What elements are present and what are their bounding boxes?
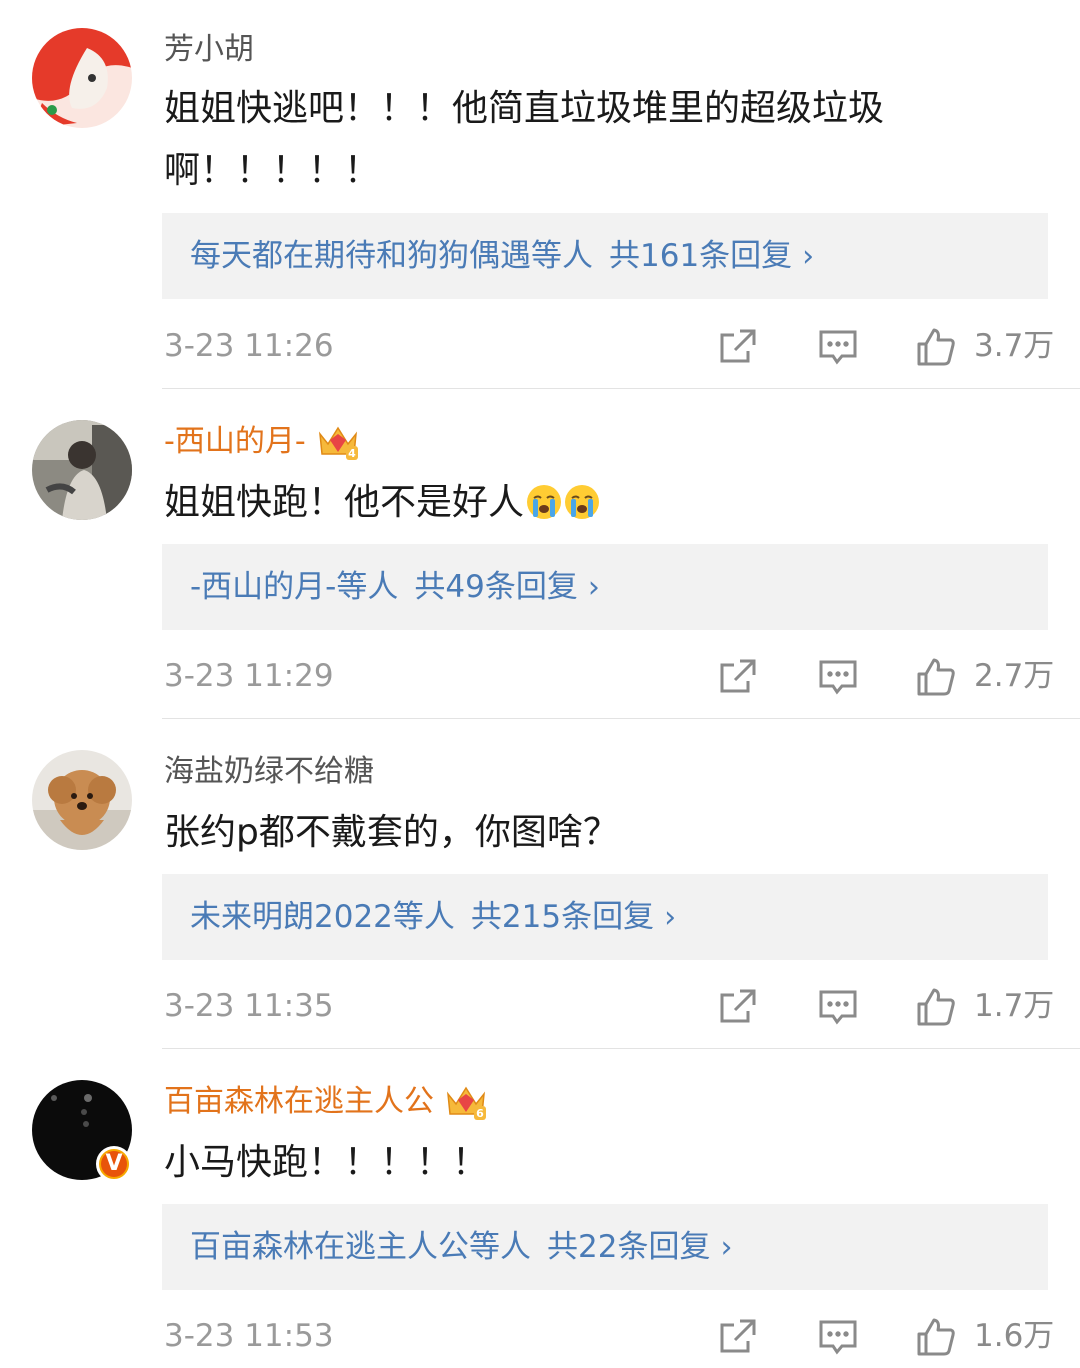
comment-text-line: 姐姐快逃吧！！！他简直垃圾堆里的超级垃圾 xyxy=(164,88,885,129)
comment-icon[interactable] xyxy=(818,1317,858,1357)
chevron-right-icon: › xyxy=(664,900,677,935)
replies-link[interactable]: 未来明朗2022等人 共215条回复 › xyxy=(162,874,1048,960)
reply-count: 共215条回复 xyxy=(470,899,655,935)
comment-text-line: 啊！！！！！ xyxy=(164,150,381,191)
comment-text-line: 姐姐快跑！他不是好人 xyxy=(164,482,525,523)
comment-text: 姐姐快逃吧！！！他简直垃圾堆里的超级垃圾 啊！！！！！ xyxy=(164,78,924,202)
comment-footer: 3-23 11:26 3.7万 xyxy=(164,321,1054,371)
username-text[interactable]: 海盐奶绿不给糖 xyxy=(164,750,374,794)
share-icon[interactable] xyxy=(718,1317,758,1357)
comment-icon[interactable] xyxy=(818,327,858,367)
reply-count: 共161条回复 xyxy=(609,238,793,274)
like-count: 1.6万 xyxy=(974,1318,1055,1354)
like-count: 1.7万 xyxy=(974,988,1055,1024)
comment-icon[interactable] xyxy=(818,657,858,697)
thumbs-up-icon[interactable] xyxy=(916,657,956,697)
loudly-crying-emoji xyxy=(564,478,600,519)
chevron-right-icon: › xyxy=(720,1230,733,1265)
avatar[interactable] xyxy=(32,28,132,128)
replies-link[interactable]: -西山的月-等人 共49条回复 › xyxy=(162,544,1048,630)
thumbs-up-icon[interactable] xyxy=(916,1317,956,1357)
comment-footer: 3-23 11:53 1.6万 xyxy=(164,1311,1054,1361)
comment-icon[interactable] xyxy=(818,987,858,1027)
thumbs-up-icon[interactable] xyxy=(916,327,956,367)
crown-level: 6 xyxy=(476,1107,484,1120)
loudly-crying-emoji xyxy=(526,478,562,519)
username[interactable]: 百亩森林在逃主人公 6 xyxy=(164,1080,488,1124)
comment-footer: 3-23 11:29 2.7万 xyxy=(164,651,1054,701)
avatar[interactable] xyxy=(32,420,132,520)
replies-link[interactable]: 每天都在期待和狗狗偶遇等人 共161条回复 › xyxy=(162,213,1048,299)
username[interactable]: 芳小胡 xyxy=(164,28,254,72)
username-text[interactable]: 百亩森林在逃主人公 xyxy=(164,1080,434,1124)
reply-count: 共49条回复 xyxy=(414,569,578,605)
timestamp: 3-23 11:29 xyxy=(164,658,334,694)
reply-users: -西山的月-等人 xyxy=(190,569,399,605)
reply-users: 每天都在期待和狗狗偶遇等人 xyxy=(190,238,593,274)
share-icon[interactable] xyxy=(718,327,758,367)
like-count: 3.7万 xyxy=(974,328,1055,364)
reply-users: 百亩森林在逃主人公等人 xyxy=(190,1229,531,1265)
username-text[interactable]: -西山的月- xyxy=(164,420,306,464)
divider xyxy=(162,718,1080,719)
share-icon[interactable] xyxy=(718,987,758,1027)
comment-footer: 3-23 11:35 1.7万 xyxy=(164,981,1054,1031)
chevron-right-icon: › xyxy=(802,239,815,274)
username[interactable]: 海盐奶绿不给糖 xyxy=(164,750,374,794)
username[interactable]: -西山的月- 4 xyxy=(164,420,360,464)
comment-text: 张约p都不戴套的，你图啥？ xyxy=(164,802,924,864)
avatar[interactable] xyxy=(32,750,132,850)
timestamp: 3-23 11:35 xyxy=(164,988,334,1024)
comment-text-line: 小马快跑！！！！！ xyxy=(164,1142,489,1183)
divider xyxy=(162,1048,1080,1049)
verified-v-icon: V xyxy=(101,1151,127,1177)
share-icon[interactable] xyxy=(718,657,758,697)
verified-badge: V xyxy=(96,1146,132,1182)
comment-text-line: 张约p都不戴套的，你图啥？ xyxy=(164,812,619,853)
timestamp: 3-23 11:26 xyxy=(164,328,334,364)
reply-count: 共22条回复 xyxy=(547,1229,711,1265)
reply-users: 未来明朗2022等人 xyxy=(190,899,455,935)
comment-text: 姐姐快跑！他不是好人 xyxy=(164,472,924,534)
vip-crown-icon: 4 xyxy=(316,420,360,464)
thumbs-up-icon[interactable] xyxy=(916,987,956,1027)
divider xyxy=(162,388,1080,389)
crown-level: 4 xyxy=(348,447,356,460)
vip-crown-icon: 6 xyxy=(444,1080,488,1124)
timestamp: 3-23 11:53 xyxy=(164,1318,334,1354)
comment-text: 小马快跑！！！！！ xyxy=(164,1132,924,1194)
username-text[interactable]: 芳小胡 xyxy=(164,28,254,72)
chevron-right-icon: › xyxy=(587,570,600,605)
replies-link[interactable]: 百亩森林在逃主人公等人 共22条回复 › xyxy=(162,1204,1048,1290)
like-count: 2.7万 xyxy=(974,658,1055,694)
